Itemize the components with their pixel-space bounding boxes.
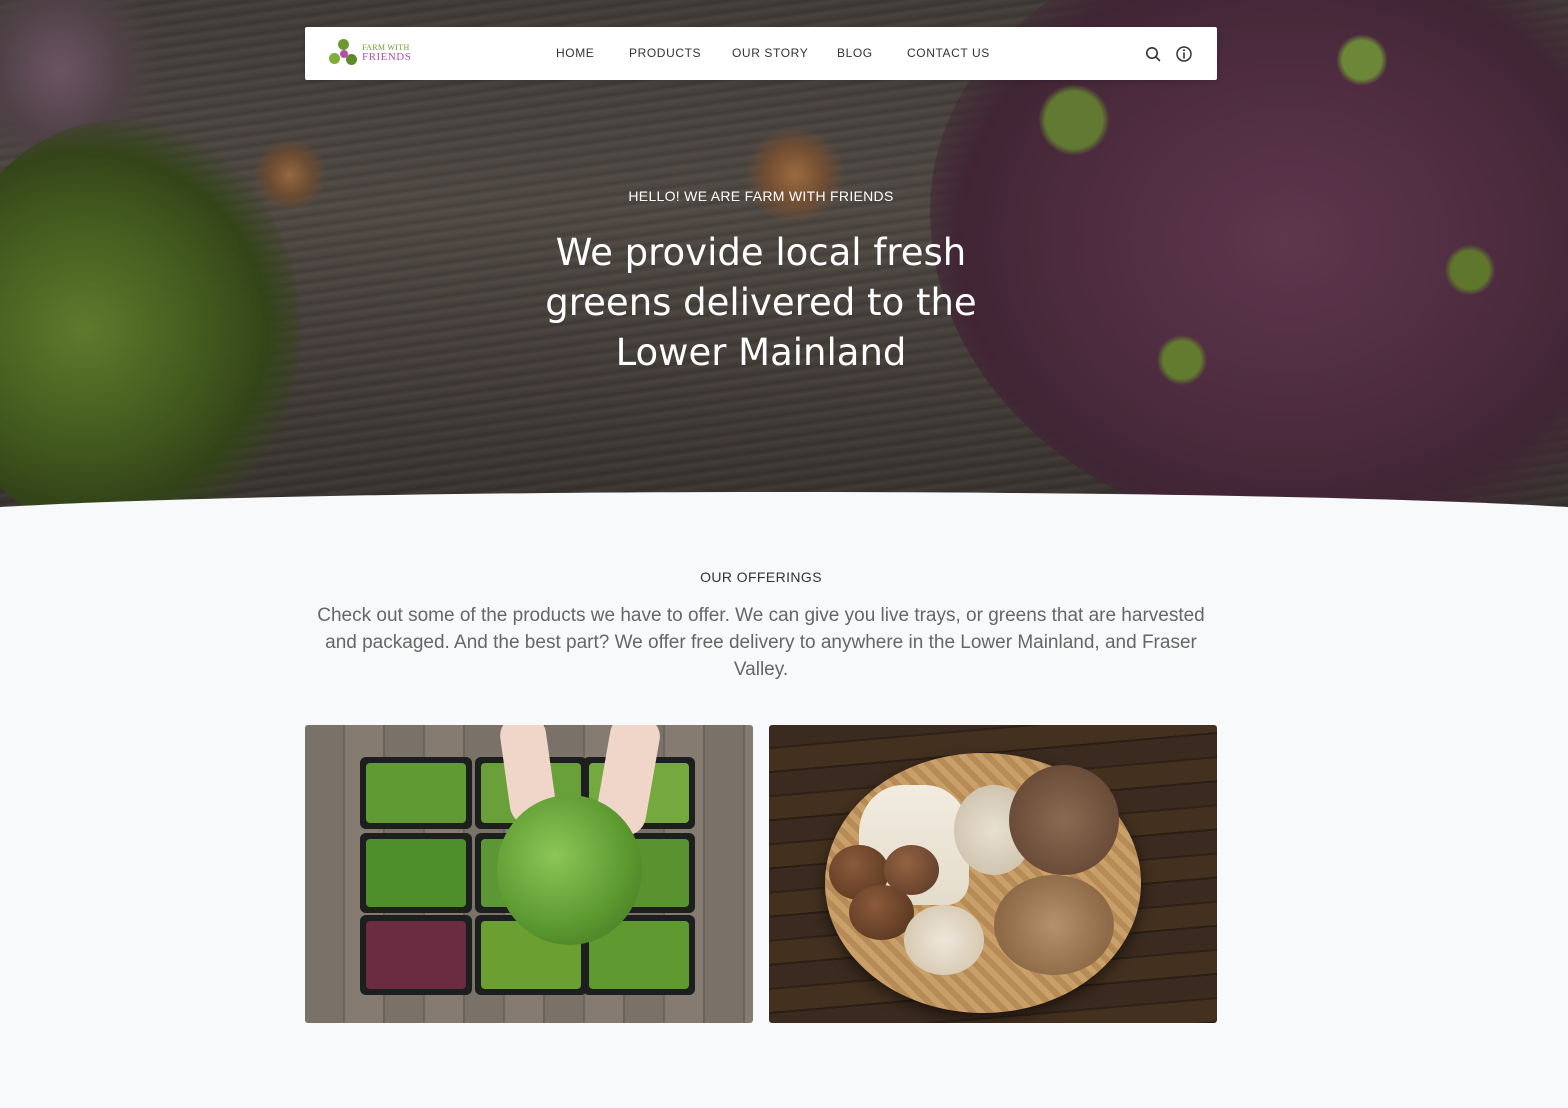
mushroom-basket-image[interactable] <box>769 725 1217 1023</box>
nav-item-blog[interactable]: BLOG <box>837 46 873 60</box>
nav-menu: HOME PRODUCTS OUR STORY BLOG CONTACT US <box>305 27 1217 80</box>
section-label: OUR OFFERINGS <box>700 569 822 585</box>
microgreen-trays-image[interactable] <box>305 725 753 1023</box>
nav-item-products[interactable]: PRODUCTS <box>629 46 701 60</box>
hero-eyebrow: HELLO! WE ARE FARM WITH FRIENDS <box>628 188 894 204</box>
nav-item-our-story[interactable]: OUR STORY <box>732 46 808 60</box>
nav-item-home[interactable]: HOME <box>556 46 594 60</box>
search-icon[interactable] <box>1144 45 1162 63</box>
hero-title: We provide local fresh greens delivered … <box>545 231 977 374</box>
info-icon[interactable] <box>1175 45 1193 63</box>
section-description: Check out some of the products we have t… <box>317 605 1205 680</box>
main-navbar: FARM WITH FRIENDS HOME PRODUCTS OUR STOR… <box>305 27 1217 80</box>
nav-item-contact-us[interactable]: CONTACT US <box>907 46 990 60</box>
